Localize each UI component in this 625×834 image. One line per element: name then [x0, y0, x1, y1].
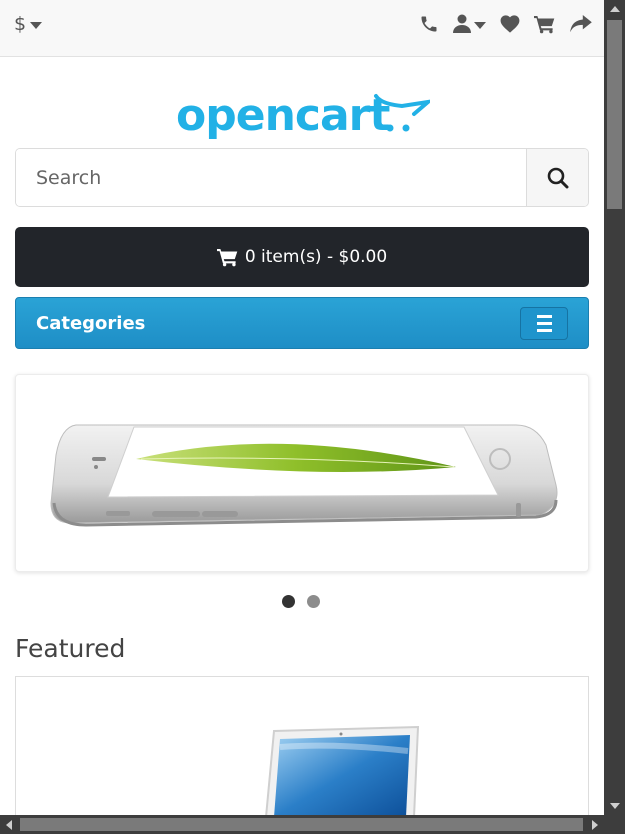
- cart-icon: [216, 248, 238, 267]
- share-icon[interactable]: [570, 15, 592, 33]
- cart-button[interactable]: 0 item(s) - $0.00: [15, 227, 589, 287]
- phone-icon[interactable]: [419, 14, 439, 34]
- categories-label: Categories: [36, 312, 146, 334]
- vertical-scrollbar[interactable]: [604, 0, 625, 815]
- banner-slider[interactable]: [15, 374, 589, 572]
- menu-toggle-button[interactable]: [520, 306, 568, 340]
- cart-icon[interactable]: [534, 14, 556, 34]
- scroll-down-arrow-icon[interactable]: [610, 803, 620, 809]
- logo-text: opencart: [176, 90, 390, 141]
- top-bar: $: [0, 0, 604, 57]
- search-bar: [15, 148, 589, 207]
- search-icon: [547, 167, 568, 188]
- search-input[interactable]: [16, 149, 526, 206]
- heart-icon[interactable]: [500, 15, 520, 33]
- macbook-product-image[interactable]: [16, 677, 589, 815]
- featured-heading: Featured: [15, 634, 126, 663]
- account-dropdown[interactable]: [453, 14, 486, 34]
- search-button[interactable]: [526, 149, 588, 206]
- currency-dropdown[interactable]: $: [14, 13, 43, 35]
- scroll-up-arrow-icon[interactable]: [610, 6, 620, 12]
- scroll-right-arrow-icon[interactable]: [592, 820, 598, 830]
- horizontal-scrollbar[interactable]: [0, 815, 604, 834]
- user-icon: [453, 14, 471, 33]
- slide-dot-1[interactable]: [282, 595, 295, 608]
- slide-dot-2[interactable]: [307, 595, 320, 608]
- slider-pagination: [282, 595, 320, 608]
- categories-menu[interactable]: Categories: [15, 297, 589, 349]
- iphone-banner-image: [50, 424, 558, 527]
- vertical-scroll-thumb[interactable]: [607, 20, 622, 209]
- top-links: [419, 14, 592, 34]
- caret-down-icon: [474, 21, 486, 29]
- currency-symbol: $: [14, 13, 27, 35]
- caret-down-icon: [30, 21, 43, 29]
- scroll-left-arrow-icon[interactable]: [6, 820, 12, 830]
- scrollbar-corner: [604, 815, 625, 834]
- product-card[interactable]: [15, 676, 589, 815]
- opencart-logo[interactable]: opencart: [176, 88, 435, 144]
- cart-total-label: 0 item(s) - $0.00: [244, 247, 388, 267]
- horizontal-scroll-thumb[interactable]: [20, 818, 583, 831]
- page: $ opencart Search 0 item(s) - $0.00 Cate…: [0, 0, 604, 815]
